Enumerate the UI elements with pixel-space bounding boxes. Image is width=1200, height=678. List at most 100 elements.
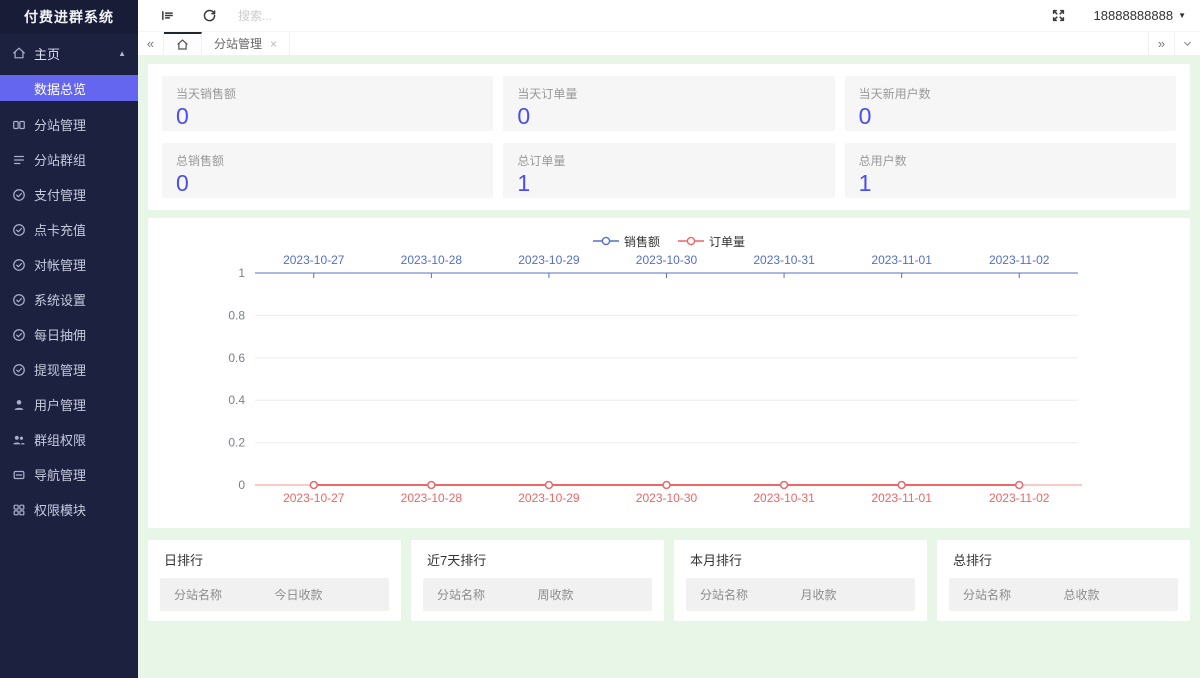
sidebar-item-user-mgmt[interactable]: 用户管理	[0, 387, 138, 422]
sidebar-item-label: 权限模块	[34, 503, 87, 518]
rank-col-site-name: 分站名称	[437, 588, 486, 602]
stat-card-total-orders: 总订单量 1	[503, 143, 835, 198]
rank-col-site-name: 分站名称	[174, 588, 223, 602]
svg-text:2023-10-31: 2023-10-31	[753, 253, 815, 267]
stat-value: 1	[517, 170, 531, 196]
list-icon	[12, 153, 26, 167]
svg-text:2023-10-27: 2023-10-27	[283, 491, 345, 505]
sidebar-item-label: 群组权限	[34, 433, 87, 448]
tabs-scroll-right-icon[interactable]: »	[1148, 32, 1174, 55]
tab-home[interactable]	[164, 32, 202, 55]
legend-item-订单量[interactable]: 订单量	[678, 233, 745, 250]
sidebar-item-daily-commission[interactable]: 每日抽佣	[0, 317, 138, 352]
sidebar-item-subsite-mgmt[interactable]: 分站管理	[0, 107, 138, 142]
svg-text:2023-11-02: 2023-11-02	[989, 253, 1050, 267]
sidebar-item-withdrawal-mgmt[interactable]: 提现管理	[0, 352, 138, 387]
legend-label: 销售额	[623, 234, 660, 249]
stat-card-today-new-users: 当天新用户数 0	[844, 76, 1176, 131]
svg-text:0.8: 0.8	[228, 308, 245, 322]
rank-title: 本月排行	[690, 553, 743, 568]
sidebar-item-permission-module[interactable]: 权限模块	[0, 492, 138, 527]
top-toolbar: 18888888888 ▼	[138, 0, 1200, 32]
navigation-icon	[12, 468, 26, 482]
rank-table-header: 分站名称 月收款	[686, 578, 915, 611]
sidebar-item-label: 数据总览	[34, 81, 87, 97]
module-grid-icon	[12, 503, 26, 517]
stat-card-today-sales: 当天销售额 0	[162, 76, 494, 131]
stat-card-total-users: 总用户数 1	[844, 143, 1176, 198]
sidebar-item-home[interactable]: 主页 ▲	[0, 34, 138, 72]
circle-check-icon	[12, 293, 26, 307]
user-icon	[12, 398, 26, 412]
circle-check-icon	[12, 188, 26, 202]
refresh-icon[interactable]	[194, 0, 224, 32]
sidebar: 付费进群系统 主页 ▲ 数据总览 分站管理 分站群组 支付管理 点卡充值 对帐管…	[0, 0, 138, 678]
svg-text:2023-10-27: 2023-10-27	[283, 253, 345, 267]
sidebar-item-reconciliation[interactable]: 对帐管理	[0, 247, 138, 282]
stat-card-today-orders: 当天订单量 0	[503, 76, 835, 131]
svg-text:0: 0	[238, 478, 245, 492]
stat-label: 当天订单量	[517, 87, 578, 101]
stat-value: 0	[176, 103, 189, 129]
stat-value: 0	[858, 103, 872, 129]
svg-text:2023-10-28: 2023-10-28	[401, 491, 463, 505]
sales-orders-chart-panel: 销售额 订单量 0 0.2 0.4 0.6 0.8 1 2023-10-27 2023-10-2…	[148, 218, 1190, 528]
svg-text:2023-11-01: 2023-11-01	[871, 253, 932, 267]
svg-text:2023-10-29: 2023-10-29	[518, 491, 580, 505]
sidebar-item-group-permissions[interactable]: 群组权限	[0, 422, 138, 457]
chevron-up-icon: ▲	[118, 48, 126, 58]
svg-text:2023-10-28: 2023-10-28	[401, 253, 463, 267]
svg-text:0.4: 0.4	[228, 393, 245, 407]
user-menu[interactable]: 18888888888 ▼	[1094, 8, 1186, 23]
circle-check-icon	[12, 223, 26, 237]
legend-marker-icon	[678, 236, 704, 246]
tab-subsite-mgmt[interactable]: 分站管理 ×	[202, 32, 291, 55]
close-icon[interactable]: ×	[270, 37, 277, 51]
svg-text:1: 1	[238, 266, 245, 280]
rank-col-amount: 月收款	[800, 588, 837, 602]
rankings-row: 日排行 分站名称 今日收款 近7天排行 分站名称 周收款 本月排行 分站名称 月…	[148, 540, 1190, 621]
sidebar-item-label: 用户管理	[34, 398, 87, 413]
stat-label: 总销售额	[176, 154, 225, 168]
stat-label: 总订单量	[517, 154, 566, 168]
rank-col-amount: 周收款	[537, 588, 574, 602]
rank-panel-7days: 近7天排行 分站名称 周收款	[411, 540, 664, 621]
line-chart: 0 0.2 0.4 0.6 0.8 1 2023-10-27 2023-10-28 2023-1…	[228, 253, 1082, 505]
sidebar-item-system-settings[interactable]: 系统设置	[0, 282, 138, 317]
legend-label: 订单量	[709, 234, 746, 249]
stat-label: 当天销售额	[176, 87, 237, 101]
sidebar-item-label: 提现管理	[34, 363, 87, 378]
svg-text:2023-10-29: 2023-10-29	[518, 253, 580, 267]
tabs-scroll-left-icon[interactable]: «	[138, 32, 164, 55]
tabs-menu-chevron-down-icon[interactable]	[1174, 32, 1200, 55]
stat-value: 0	[517, 103, 531, 129]
sidebar-item-label: 系统设置	[34, 293, 87, 308]
circle-check-icon	[12, 363, 26, 377]
sidebar-toggle-icon[interactable]	[152, 0, 182, 32]
sidebar-item-subsite-groups[interactable]: 分站群组	[0, 142, 138, 177]
svg-text:2023-10-30: 2023-10-30	[636, 253, 698, 267]
sidebar-item-label: 每日抽佣	[34, 328, 87, 343]
sidebar-item-card-recharge[interactable]: 点卡充值	[0, 212, 138, 247]
search-input[interactable]	[238, 8, 388, 23]
rank-col-amount: 总收款	[1063, 588, 1100, 602]
sidebar-item-label: 分站管理	[34, 118, 87, 133]
svg-text:0.2: 0.2	[228, 436, 245, 450]
sidebar-item-label: 点卡充值	[34, 223, 87, 238]
legend-item-销售额[interactable]: 销售额	[592, 233, 660, 250]
rank-panel-total: 总排行 分站名称 总收款	[937, 540, 1190, 621]
sidebar-item-payment-mgmt[interactable]: 支付管理	[0, 177, 138, 212]
rank-title: 日排行	[164, 553, 204, 568]
stat-value: 0	[176, 170, 189, 196]
circle-check-icon	[12, 258, 26, 272]
sidebar-item-label: 主页	[34, 46, 61, 62]
rank-col-site-name: 分站名称	[963, 588, 1012, 602]
stat-label: 当天新用户数	[858, 87, 931, 101]
fullscreen-icon[interactable]	[1044, 0, 1074, 32]
sidebar-item-nav-mgmt[interactable]: 导航管理	[0, 457, 138, 492]
stat-label: 总用户数	[858, 154, 907, 168]
sidebar-item-data-overview[interactable]: 数据总览	[0, 75, 138, 101]
main-area: 18888888888 ▼ « 分站管理 × » 当天销售额 0	[138, 0, 1200, 678]
users-icon	[12, 433, 26, 447]
stat-card-total-sales: 总销售额 0	[162, 143, 494, 198]
